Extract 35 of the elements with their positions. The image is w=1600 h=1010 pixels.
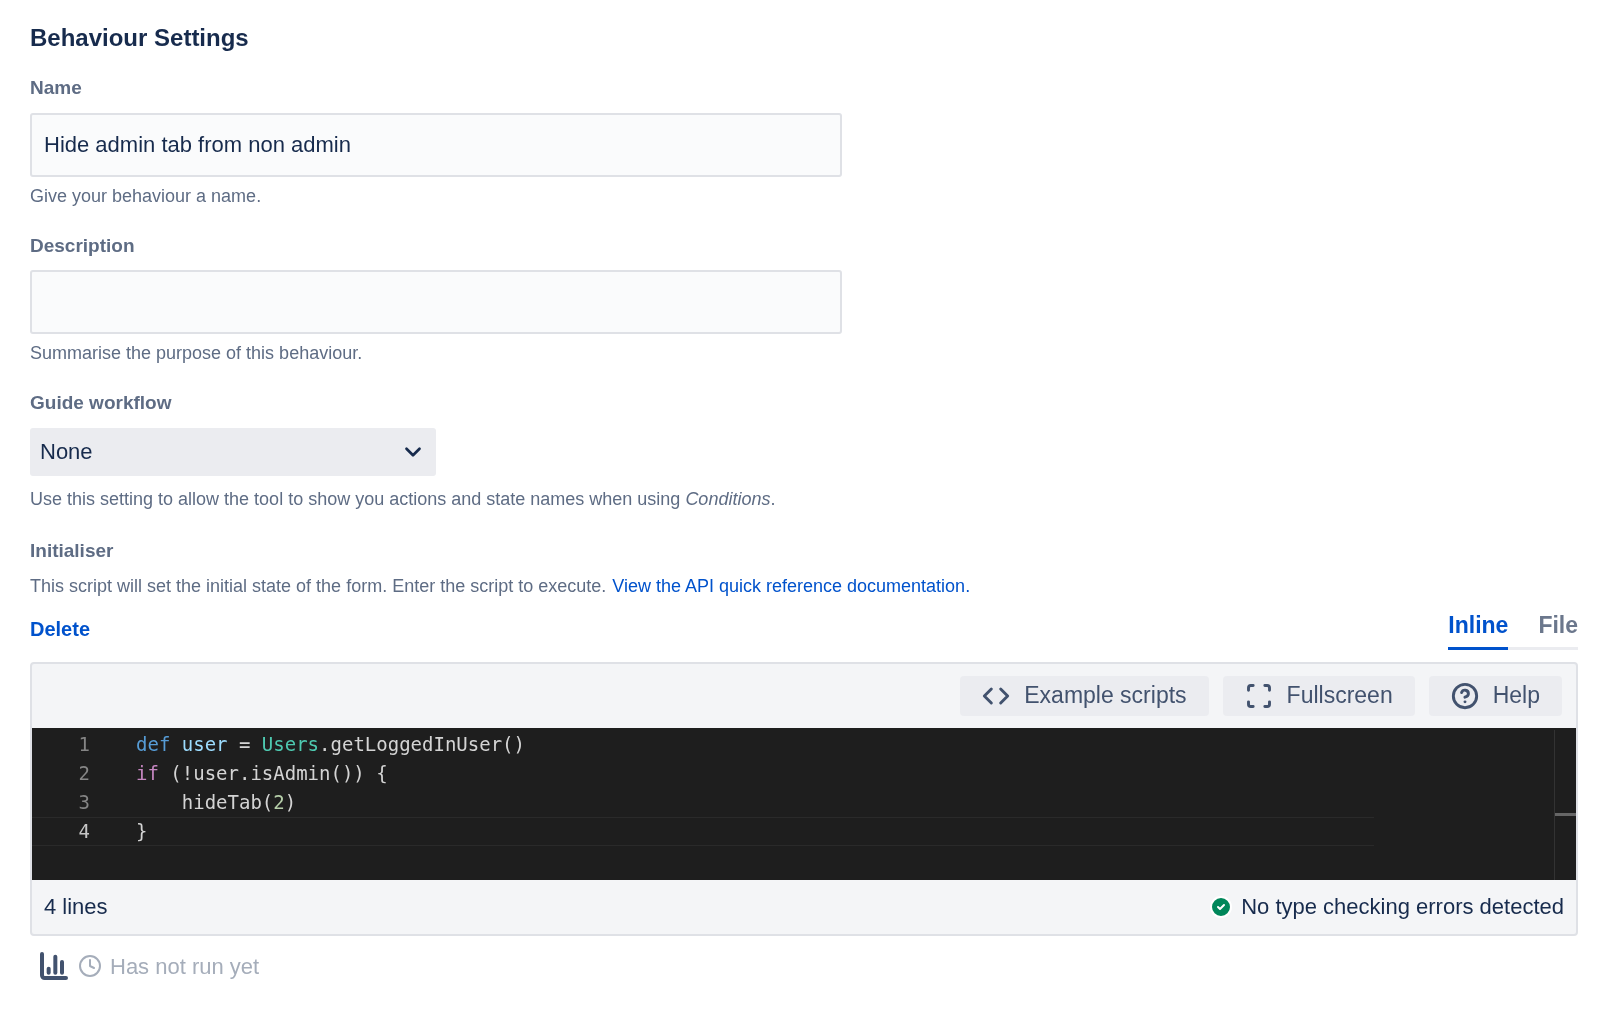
code-line: } xyxy=(136,818,148,844)
line-count: 4 lines xyxy=(44,893,108,921)
bar-chart-icon xyxy=(38,950,70,982)
field-label: Guide workflow xyxy=(30,391,173,415)
line-number: 3 xyxy=(77,789,90,815)
code-line: def user = Users.getLoggedInUser() xyxy=(136,731,525,757)
help-text: Summarise the purpose of this behaviour. xyxy=(30,342,364,365)
clock-icon xyxy=(78,954,102,978)
toolbar-button[interactable]: Help xyxy=(1428,675,1562,716)
toolbar-button[interactable]: Fullscreen xyxy=(1222,675,1415,716)
tab[interactable]: Inline xyxy=(1448,608,1509,650)
help-text: Give your behaviour a name. xyxy=(30,184,263,208)
field-label: Name xyxy=(30,76,83,100)
code-line: hideTab(2) xyxy=(180,789,297,815)
help-text: Use this setting to allow the tool to show you actions and state names when using Conditions. xyxy=(30,487,777,511)
name-field[interactable]: Hide admin tab from non admin xyxy=(30,112,842,177)
check-circle-icon xyxy=(1209,894,1234,919)
line-number: 2 xyxy=(77,760,90,786)
help-text: This script will set the initial state of the form. Enter the script to execute. xyxy=(30,575,607,598)
workflow-select[interactable]: None xyxy=(30,427,436,476)
help-icon xyxy=(1450,681,1479,710)
code-line: if (!user.isAdmin()) { xyxy=(136,760,388,786)
toolbar-button[interactable]: Example scripts xyxy=(960,675,1209,716)
line-number: 1 xyxy=(77,731,90,757)
fullscreen-icon xyxy=(1244,681,1273,710)
type-check-status: No type checking errors detected xyxy=(1241,893,1564,921)
delete-link[interactable]: Delete xyxy=(30,613,91,644)
field-label: Initialiser xyxy=(30,538,115,563)
section-heading: Behaviour Settings xyxy=(30,23,250,53)
field-label: Description xyxy=(30,233,136,258)
description-field[interactable] xyxy=(30,270,842,334)
line-number: 4 xyxy=(77,818,90,844)
api-docs-link[interactable]: View the API quick reference documentation. xyxy=(612,573,971,600)
run-status: Has not run yet xyxy=(110,952,260,981)
tab[interactable]: File xyxy=(1538,608,1578,650)
